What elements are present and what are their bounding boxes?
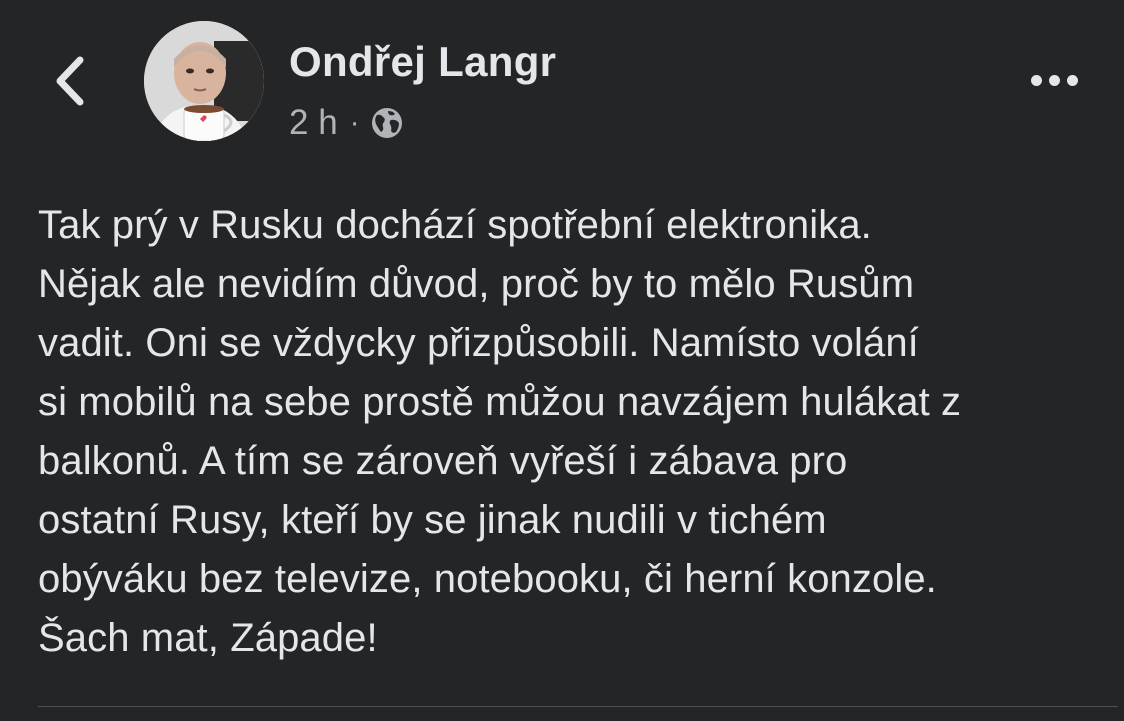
post-meta: 2 h · [289, 99, 404, 147]
back-button[interactable] [48, 52, 92, 110]
profile-photo [144, 21, 264, 141]
meta-separator: · [349, 106, 360, 139]
author-name[interactable]: Ondřej Langr [289, 38, 556, 86]
avatar[interactable] [144, 21, 264, 141]
divider [38, 706, 1118, 707]
globe-icon[interactable] [370, 106, 404, 140]
post-timestamp[interactable]: 2 h [289, 103, 338, 143]
post-text-line: balkonů. A tím se zároveň vyřeší i zábav… [38, 439, 848, 483]
post-text: Tak prý v Rusku dochází spotřební elektr… [38, 196, 1108, 668]
post-text-line: ostatní Rusy, kteří by se jinak nudili v… [38, 498, 827, 542]
more-horizontal-icon [1030, 74, 1042, 86]
more-horizontal-icon [1048, 74, 1060, 86]
post-text-line: si mobilů na sebe prostě můžou navzájem … [38, 380, 962, 424]
post-text-line: Šach mat, Západe! [38, 616, 378, 660]
post-text-line: Nějak ale nevidím důvod, proč by to mělo… [38, 262, 915, 306]
post-text-line: Tak prý v Rusku dochází spotřební elektr… [38, 203, 872, 247]
chevron-left-icon [56, 56, 84, 106]
post-text-line: obýváku bez televize, notebooku, či hern… [38, 557, 937, 601]
more-horizontal-icon [1066, 74, 1078, 86]
post-text-line: vadit. Oni se vždycky přizpůsobili. Namí… [38, 321, 919, 365]
more-options-button[interactable] [1024, 62, 1084, 98]
